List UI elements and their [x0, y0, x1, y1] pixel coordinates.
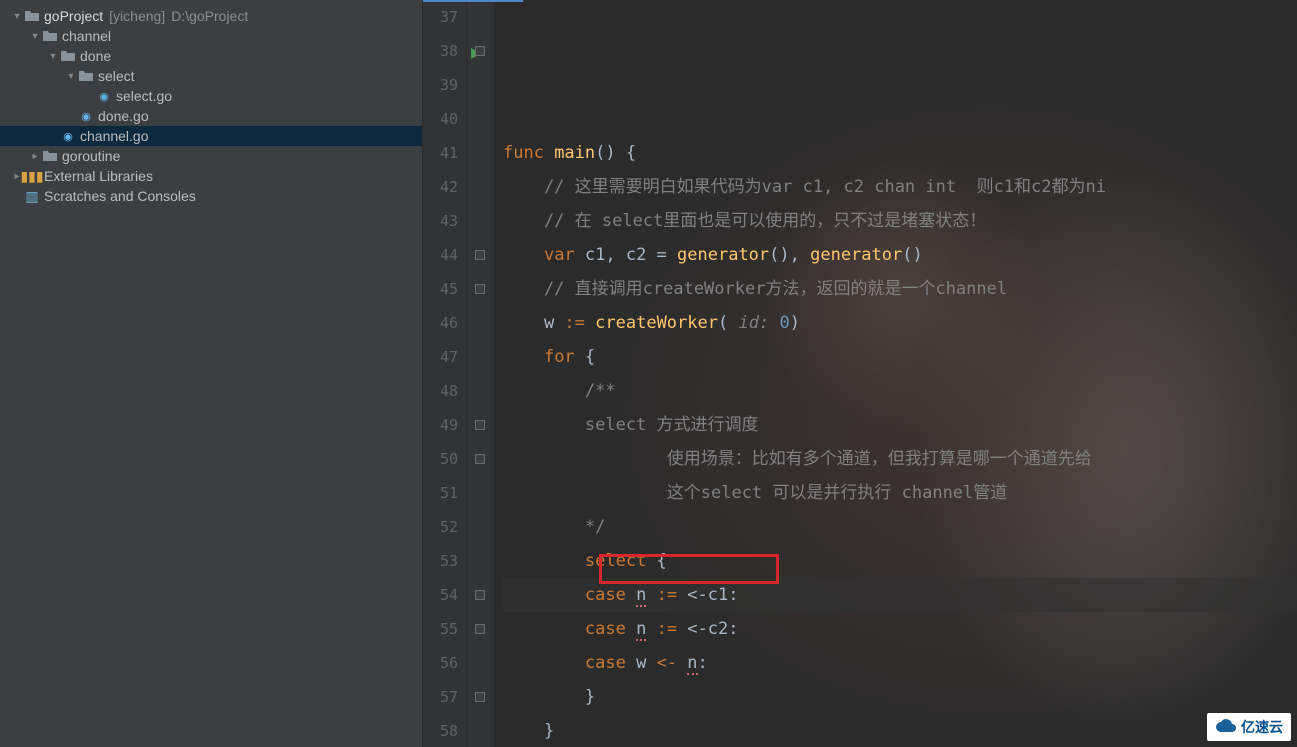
code-line-43[interactable]: w := createWorker( id: 0) — [503, 306, 1297, 340]
code-line-39[interactable]: // 这里需要明白如果代码为var c1, c2 chan int 则c1和c2… — [503, 170, 1297, 204]
line-number[interactable]: 37 — [423, 0, 458, 34]
tree-root-path: D:\goProject — [171, 8, 248, 24]
tree-item-label: done — [80, 48, 111, 64]
line-number[interactable]: 55 — [423, 612, 458, 646]
line-number[interactable]: 40 — [423, 102, 458, 136]
line-number[interactable]: 42 — [423, 170, 458, 204]
line-number[interactable]: 41 — [423, 136, 458, 170]
code-line-48[interactable]: 这个select 可以是并行执行 channel管道 — [503, 476, 1297, 510]
code-line-42[interactable]: // 直接调用createWorker方法，返回的就是一个channel — [503, 272, 1297, 306]
folder-icon — [78, 68, 94, 84]
fold-marker[interactable] — [475, 420, 485, 430]
code-line-51[interactable]: case n := <-c1: — [503, 578, 1297, 612]
code-line-49[interactable]: */ — [503, 510, 1297, 544]
code-line-55[interactable]: } — [503, 714, 1297, 747]
line-number[interactable]: 56 — [423, 646, 458, 680]
code-line-38[interactable]: func main() { — [503, 136, 1297, 170]
code-line-54[interactable]: } — [503, 680, 1297, 714]
code-line-50[interactable]: select { — [503, 544, 1297, 578]
tree-item-done-go[interactable]: ◉done.go — [0, 106, 422, 126]
code-editor[interactable]: 3738394041424344454647484950515253545556… — [423, 0, 1297, 747]
folder-icon — [60, 48, 76, 64]
library-icon: ▮▮▮ — [24, 168, 40, 184]
tree-item-label: channel.go — [80, 128, 149, 144]
tree-root-name: goProject — [44, 8, 103, 24]
fold-marker[interactable] — [475, 46, 485, 56]
tree-item-select-go[interactable]: ◉select.go — [0, 86, 422, 106]
project-tree[interactable]: ▾ goProject [yicheng] D:\goProject ▾chan… — [0, 0, 423, 747]
tree-item-select[interactable]: ▾ select — [0, 66, 422, 86]
folder-icon — [24, 8, 40, 24]
folder-icon — [42, 28, 58, 44]
line-number[interactable]: 38 — [423, 34, 458, 68]
line-number[interactable]: 50 — [423, 442, 458, 476]
fold-marker[interactable] — [475, 250, 485, 260]
tree-item-done[interactable]: ▾ done — [0, 46, 422, 66]
go-file-icon: ◉ — [60, 128, 76, 144]
line-number[interactable]: 52 — [423, 510, 458, 544]
fold-marker[interactable] — [475, 454, 485, 464]
line-number[interactable]: 44 — [423, 238, 458, 272]
code-area[interactable]: func main() { // 这里需要明白如果代码为var c1, c2 c… — [495, 0, 1297, 747]
folder-icon — [42, 148, 58, 164]
code-line-37[interactable] — [503, 102, 1297, 136]
chevron-down-icon[interactable]: ▾ — [64, 71, 78, 82]
fold-marker[interactable] — [475, 624, 485, 634]
line-number[interactable]: 53 — [423, 544, 458, 578]
line-number[interactable]: 49 — [423, 408, 458, 442]
code-line-45[interactable]: /** — [503, 374, 1297, 408]
tree-item-label: select — [98, 68, 135, 84]
tree-item-label: select.go — [116, 88, 172, 104]
tree-item-goroutine[interactable]: ▸ goroutine — [0, 146, 422, 166]
fold-marker[interactable] — [475, 284, 485, 294]
line-number[interactable]: 48 — [423, 374, 458, 408]
watermark-badge: 亿速云 — [1207, 713, 1291, 741]
tree-root-suffix: [yicheng] — [109, 8, 165, 24]
fold-marker[interactable] — [475, 590, 485, 600]
watermark-text: 亿速云 — [1241, 717, 1283, 737]
tree-item-label: Scratches and Consoles — [44, 188, 196, 204]
tree-item-label: channel — [62, 28, 111, 44]
fold-gutter[interactable]: ▶ — [467, 0, 495, 747]
chevron-down-icon[interactable]: ▾ — [46, 51, 60, 62]
code-line-47[interactable]: 使用场景：比如有多个通道，但我打算是哪一个通道先给 — [503, 442, 1297, 476]
tree-item-label: goroutine — [62, 148, 120, 164]
code-line-52[interactable]: case n := <-c2: — [503, 612, 1297, 646]
line-number[interactable]: 58 — [423, 714, 458, 747]
tree-root[interactable]: ▾ goProject [yicheng] D:\goProject — [0, 6, 422, 26]
chevron-down-icon[interactable]: ▾ — [10, 11, 24, 22]
line-number[interactable]: 43 — [423, 204, 458, 238]
tree-item-label: done.go — [98, 108, 149, 124]
tab-indicator — [423, 0, 523, 2]
line-number[interactable]: 54 — [423, 578, 458, 612]
tree-item-channel-go[interactable]: ◉channel.go — [0, 126, 422, 146]
code-line-46[interactable]: select 方式进行调度 — [503, 408, 1297, 442]
cloud-icon — [1215, 719, 1237, 736]
chevron-down-icon[interactable]: ▾ — [28, 31, 42, 42]
scratch-icon: ▥ — [24, 188, 40, 204]
line-number[interactable]: 57 — [423, 680, 458, 714]
line-number[interactable]: 47 — [423, 340, 458, 374]
fold-marker[interactable] — [475, 692, 485, 702]
tree-item-channel[interactable]: ▾ channel — [0, 26, 422, 46]
tree-item-label: External Libraries — [44, 168, 153, 184]
code-line-41[interactable]: var c1, c2 = generator(), generator() — [503, 238, 1297, 272]
tree-item-External-Libraries[interactable]: ▸▮▮▮External Libraries — [0, 166, 422, 186]
code-line-40[interactable]: // 在 select里面也是可以使用的，只不过是堵塞状态！ — [503, 204, 1297, 238]
tree-item-Scratches-and-Consoles[interactable]: ▥Scratches and Consoles — [0, 186, 422, 206]
code-line-53[interactable]: case w <- n: — [503, 646, 1297, 680]
line-number[interactable]: 39 — [423, 68, 458, 102]
chevron-right-icon[interactable]: ▸ — [28, 151, 42, 162]
go-file-icon: ◉ — [96, 88, 112, 104]
line-number-gutter[interactable]: 3738394041424344454647484950515253545556… — [423, 0, 467, 747]
code-line-44[interactable]: for { — [503, 340, 1297, 374]
line-number[interactable]: 46 — [423, 306, 458, 340]
go-file-icon: ◉ — [78, 108, 94, 124]
line-number[interactable]: 45 — [423, 272, 458, 306]
line-number[interactable]: 51 — [423, 476, 458, 510]
